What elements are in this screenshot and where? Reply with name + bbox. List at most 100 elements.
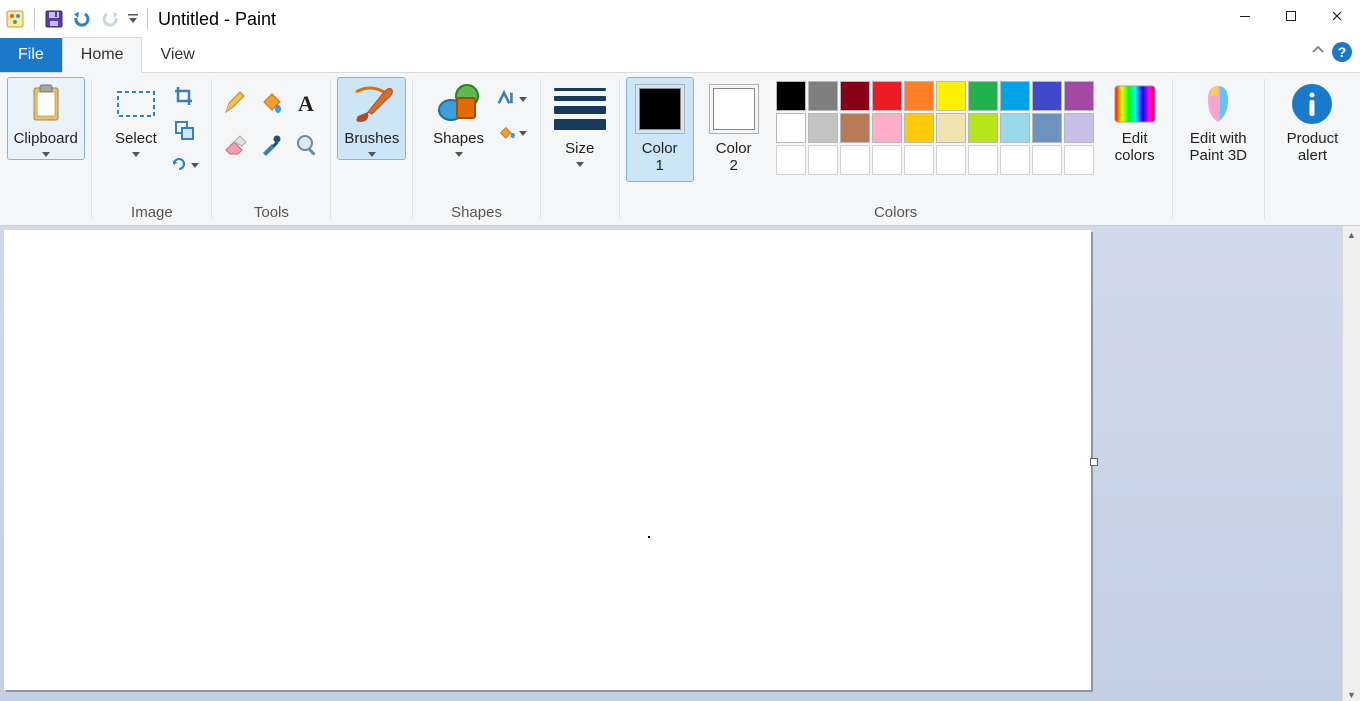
- canvas-area: ▲ ▼: [0, 226, 1360, 701]
- tab-file[interactable]: File: [0, 38, 62, 72]
- clipboard-button[interactable]: Clipboard: [7, 77, 85, 160]
- select-label: Select: [115, 130, 157, 147]
- palette-color[interactable]: [776, 113, 806, 143]
- edit-colors-button[interactable]: Edit colors: [1104, 77, 1166, 168]
- palette-custom-slot[interactable]: [936, 145, 966, 175]
- palette-custom-slot[interactable]: [776, 145, 806, 175]
- maximize-button[interactable]: [1268, 0, 1314, 32]
- brushes-button[interactable]: Brushes: [337, 77, 406, 160]
- palette-custom-slot[interactable]: [1032, 145, 1062, 175]
- palette-color[interactable]: [1000, 113, 1030, 143]
- palette-color[interactable]: [872, 81, 902, 111]
- palette-color[interactable]: [936, 113, 966, 143]
- resize-handle-right[interactable]: [1090, 458, 1098, 466]
- palette-color[interactable]: [968, 81, 998, 111]
- shapes-button[interactable]: Shapes: [426, 77, 491, 160]
- crop-button[interactable]: [169, 81, 199, 111]
- title-bar: Untitled - Paint: [0, 0, 1360, 38]
- size-label: Size: [565, 140, 594, 157]
- dropdown-icon: [42, 152, 50, 157]
- shape-outline-button[interactable]: [497, 83, 527, 113]
- app-icon[interactable]: [2, 6, 28, 32]
- close-button[interactable]: [1314, 0, 1360, 32]
- palette-color[interactable]: [904, 81, 934, 111]
- tab-home[interactable]: Home: [62, 37, 143, 73]
- text-tool[interactable]: A: [290, 83, 324, 123]
- size-icon: [554, 88, 606, 130]
- dropdown-icon: [576, 162, 584, 167]
- canvas-mark: [648, 536, 650, 538]
- palette-color[interactable]: [1064, 113, 1094, 143]
- group-tools-label: Tools: [212, 204, 330, 221]
- group-image: Select Image: [92, 73, 211, 225]
- redo-button[interactable]: [97, 6, 123, 32]
- palette-custom-slot[interactable]: [1000, 145, 1030, 175]
- color1-button[interactable]: Color 1: [626, 77, 694, 182]
- paint3d-label: Edit with Paint 3D: [1189, 130, 1247, 165]
- palette-custom-slot[interactable]: [1064, 145, 1094, 175]
- palette-color[interactable]: [808, 113, 838, 143]
- vertical-scrollbar[interactable]: ▲ ▼: [1342, 226, 1360, 701]
- group-colors-label: Colors: [620, 204, 1172, 221]
- palette-color[interactable]: [904, 113, 934, 143]
- pencil-tool[interactable]: [218, 83, 252, 123]
- size-button[interactable]: Size: [547, 77, 613, 170]
- scroll-up-button[interactable]: ▲: [1343, 226, 1360, 243]
- svg-text:A: A: [298, 91, 314, 115]
- group-image-label: Image: [92, 204, 211, 221]
- palette-color[interactable]: [1032, 113, 1062, 143]
- color1-label: Color 1: [642, 140, 678, 175]
- group-clipboard: Clipboard: [0, 73, 91, 225]
- dropdown-icon: [455, 152, 463, 157]
- fill-tool[interactable]: [254, 83, 288, 123]
- brushes-label: Brushes: [344, 130, 399, 147]
- palette-color[interactable]: [1000, 81, 1030, 111]
- palette-color[interactable]: [808, 81, 838, 111]
- palette-custom-slot[interactable]: [808, 145, 838, 175]
- palette-custom-slot[interactable]: [968, 145, 998, 175]
- rotate-button[interactable]: [169, 149, 199, 179]
- qat-customize-dropdown[interactable]: [125, 6, 141, 32]
- window-controls: [1222, 0, 1360, 32]
- quick-access-toolbar: [0, 6, 152, 32]
- group-paint3d: Edit with Paint 3D: [1173, 73, 1264, 225]
- palette-color[interactable]: [776, 81, 806, 111]
- select-button[interactable]: Select: [105, 77, 167, 160]
- resize-button[interactable]: [169, 115, 199, 145]
- minimize-button[interactable]: [1222, 0, 1268, 32]
- save-button[interactable]: [41, 6, 67, 32]
- shape-fill-button[interactable]: [497, 117, 527, 147]
- product-alert-button[interactable]: Product alert: [1280, 77, 1346, 168]
- palette-color[interactable]: [1064, 81, 1094, 111]
- edit-colors-icon: [1111, 80, 1159, 128]
- magnifier-tool[interactable]: [290, 125, 324, 165]
- palette-color[interactable]: [936, 81, 966, 111]
- color1-swatch: [635, 84, 685, 134]
- dropdown-icon: [368, 152, 376, 157]
- palette-color[interactable]: [1032, 81, 1062, 111]
- help-button[interactable]: ?: [1332, 42, 1352, 62]
- eraser-tool[interactable]: [218, 125, 252, 165]
- palette-custom-slot[interactable]: [872, 145, 902, 175]
- undo-button[interactable]: [69, 6, 95, 32]
- color-picker-tool[interactable]: [254, 125, 288, 165]
- paint3d-button[interactable]: Edit with Paint 3D: [1182, 77, 1254, 168]
- palette-color[interactable]: [840, 113, 870, 143]
- canvas[interactable]: [4, 230, 1091, 690]
- scroll-down-button[interactable]: ▼: [1343, 686, 1360, 701]
- tab-view[interactable]: View: [142, 38, 212, 72]
- color2-button[interactable]: Color 2: [700, 77, 768, 182]
- palette-custom-slot[interactable]: [840, 145, 870, 175]
- info-icon: [1288, 80, 1336, 128]
- edit-colors-label: Edit colors: [1115, 130, 1155, 165]
- palette-color[interactable]: [840, 81, 870, 111]
- group-product-alert: Product alert: [1265, 73, 1360, 225]
- palette-color[interactable]: [872, 113, 902, 143]
- palette-color[interactable]: [968, 113, 998, 143]
- color2-label: Color 2: [716, 140, 752, 175]
- collapse-ribbon-button[interactable]: [1310, 43, 1326, 61]
- group-brushes: Brushes: [331, 73, 412, 225]
- group-colors: Color 1 Color 2 Edit colors Colors: [620, 73, 1172, 225]
- palette-custom-slot[interactable]: [904, 145, 934, 175]
- dropdown-icon: [132, 152, 140, 157]
